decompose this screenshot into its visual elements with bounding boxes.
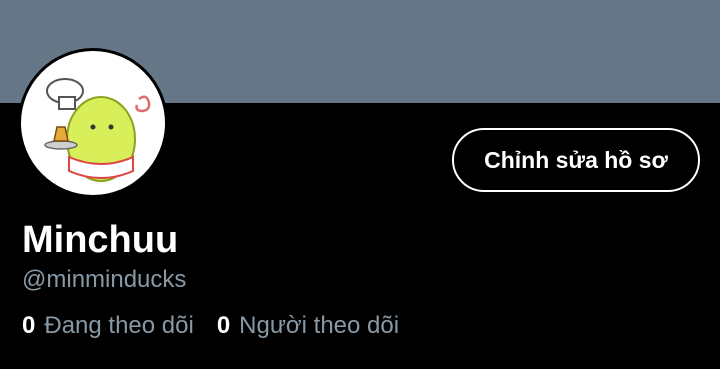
avatar[interactable] — [18, 48, 168, 198]
display-name: Minchuu — [22, 219, 179, 261]
edit-profile-button[interactable]: Chỉnh sửa hồ sơ — [452, 128, 700, 192]
followers-label: Người theo dõi — [239, 312, 400, 339]
followers-stat[interactable]: 0 Người theo dõi — [217, 312, 399, 340]
following-label: Đang theo dõi — [44, 312, 194, 339]
following-count: 0 — [22, 312, 36, 339]
username-handle: @minminducks — [22, 266, 187, 293]
avatar-image — [21, 51, 165, 195]
follow-stats: 0 Đang theo dõi 0 Người theo dõi — [22, 312, 399, 340]
avatar-illustration — [34, 78, 151, 195]
followers-count: 0 — [216, 312, 231, 339]
following-stat[interactable]: 0 Đang theo dõi — [22, 312, 194, 340]
